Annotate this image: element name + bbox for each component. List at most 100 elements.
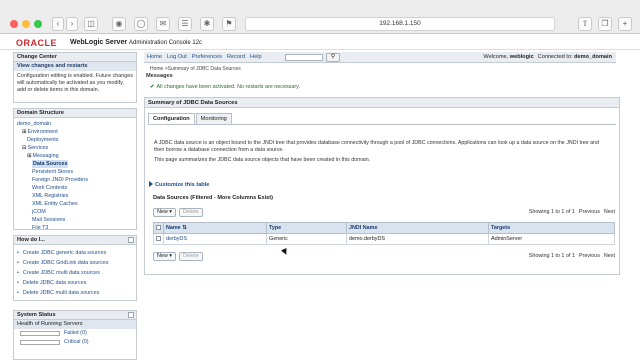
tree-item-label[interactable]: Foreign JNDI Providers [32,177,88,183]
tree-item[interactable]: Work Contexts [17,184,133,192]
extension-icon[interactable]: ◉ [112,17,126,31]
how-do-i-link[interactable]: Create JDBC GridLink data sources [17,258,133,268]
expand-icon[interactable]: ⊞ [27,153,32,159]
summary-description: A JDBC data source is an object bound to… [154,140,609,168]
console-title: WebLogic Server Administration Console 1… [70,39,203,46]
expand-icon[interactable]: ⊞ [22,129,27,135]
system-status-title: System Status [14,311,136,320]
how-do-i-link[interactable]: Create JDBC multi data sources [17,268,133,278]
translate-icon[interactable]: ☰ [178,17,192,31]
row-checkbox[interactable] [153,233,164,245]
toolbar-link-logout[interactable]: Log Out [167,54,187,60]
column-jndi-name[interactable]: JNDI Name [346,222,489,234]
health-status-link[interactable]: Failed (0) [64,330,87,336]
tree-item-label[interactable]: demo_domain [17,121,51,127]
tree-item[interactable]: File T3 [17,224,133,229]
delete-button-bottom[interactable]: Delete [179,252,203,261]
close-window-icon[interactable] [10,20,18,28]
health-status-link[interactable]: Critical (0) [64,339,89,345]
collapse-icon[interactable]: ⊟ [22,145,27,151]
toolbar-link-record[interactable]: Record [227,54,245,60]
tab-monitoring[interactable]: Monitoring [195,113,232,124]
summary-title: Summary of JDBC Data Sources [145,98,619,108]
tree-item-label[interactable]: Services [28,145,49,151]
check-icon: ✔ [150,84,155,90]
tree-item[interactable]: ⊞Messaging [17,152,133,160]
tree-item-label[interactable]: Messaging [33,153,59,159]
delete-button[interactable]: Delete [179,208,203,217]
column-name[interactable]: Name ⇅ [163,222,267,234]
back-icon[interactable]: ‹ [52,17,64,31]
sidebar-icon[interactable]: ◫ [84,17,98,31]
health-bar [20,340,60,345]
column-type[interactable]: Type [266,222,347,234]
next-link[interactable]: Next [604,209,615,215]
puzzle-icon[interactable]: ✱ [200,17,214,31]
previous-link[interactable]: Previous [579,209,600,215]
address-bar[interactable]: 192.168.1.150 [245,17,555,31]
summary-panel: Summary of JDBC Data Sources Configurati… [144,97,620,275]
change-center-title: Change Center [14,53,136,62]
next-link-bottom[interactable]: Next [604,253,615,259]
new-button[interactable]: New ▾ [153,208,177,217]
column-targets[interactable]: Targets [488,222,615,234]
toolbar-link-help[interactable]: Help [250,54,262,60]
breadcrumb[interactable]: Home >Summary of JDBC Data Sources [150,66,241,72]
tree-item-label[interactable]: Mail Sessions [32,217,65,223]
collapse-icon[interactable] [128,312,134,318]
tree-item[interactable]: demo_domain [17,120,133,128]
tab-bar: Configuration Monitoring [148,113,233,124]
how-do-i-link[interactable]: Create JDBC generic data sources [17,248,133,258]
customize-table-link[interactable]: Customize this table [149,181,209,188]
forward-icon[interactable]: › [66,17,78,31]
how-do-i-link[interactable]: Delete JDBC multi data sources [17,288,133,298]
search-icon[interactable]: ⚲ [326,53,340,62]
how-do-i-link[interactable]: Delete JDBC data sources [17,278,133,288]
change-center-text: Configuration editing is enabled. Future… [17,73,133,93]
toolbar-link-home[interactable]: Home [147,54,162,60]
datasource-jndi: demo.derbyDS [346,233,489,245]
tree-item-label[interactable]: XML Entity Caches [32,201,78,207]
left-panel: Change Center View changes and restarts … [13,52,137,360]
tree-item[interactable]: Persistent Stores [17,168,133,176]
minimize-window-icon[interactable] [22,20,30,28]
mail-icon[interactable]: ✉ [156,17,170,31]
tree-item[interactable]: Data Sources [17,160,133,168]
search-input[interactable] [285,54,323,61]
new-tab-icon[interactable]: + [618,17,632,31]
view-changes-link[interactable]: View changes and restarts [14,62,136,71]
select-all-checkbox[interactable] [153,222,164,234]
tree-item-label[interactable]: Work Contexts [32,185,67,191]
new-button-bottom[interactable]: New ▾ [153,252,177,261]
shield-icon[interactable]: ◯ [134,17,148,31]
tree-item[interactable]: Deployments [17,136,133,144]
tree-item-label[interactable]: Data Sources [32,160,69,168]
tree-item[interactable]: XML Registries [17,192,133,200]
tree-item-label[interactable]: Environment [28,129,58,135]
sort-icon[interactable]: ⇅ [182,225,187,231]
tree-item-label[interactable]: jCOM [32,209,46,215]
tree-item[interactable]: Foreign JNDI Providers [17,176,133,184]
tab-configuration[interactable]: Configuration [148,113,195,124]
tree-item[interactable]: ⊟Services [17,144,133,152]
tree-item[interactable]: jCOM [17,208,133,216]
tabs-icon[interactable]: ❐ [598,17,612,31]
tree-item-label[interactable]: Deployments [27,137,58,143]
previous-link-bottom[interactable]: Previous [579,253,600,259]
tree-item-label[interactable]: File T3 [32,225,48,229]
toolbar-link-preferences[interactable]: Preferences [192,54,222,60]
tree-item[interactable]: XML Entity Caches [17,200,133,208]
tree-item[interactable]: Mail Sessions [17,216,133,224]
tree-item[interactable]: ⊞Environment [17,128,133,136]
health-row: Critical (0) [14,338,136,347]
tree-item-label[interactable]: XML Registries [32,193,68,199]
collapse-icon[interactable] [128,237,134,243]
tree-item-label[interactable]: Persistent Stores [32,169,73,175]
how-do-i-list: Create JDBC generic data sourcesCreate J… [14,245,136,301]
share-icon[interactable]: ⇧ [578,17,592,31]
maximize-window-icon[interactable] [34,20,42,28]
datasource-name-link[interactable]: derbyDS [163,233,267,245]
bookmark-icon[interactable]: ⚑ [222,17,236,31]
welcome-text: Welcome, weblogic Connected to: demo_doma… [483,54,612,60]
domain-tree: demo_domain ⊞Environment Deployments ⊟Servi… [14,118,136,229]
